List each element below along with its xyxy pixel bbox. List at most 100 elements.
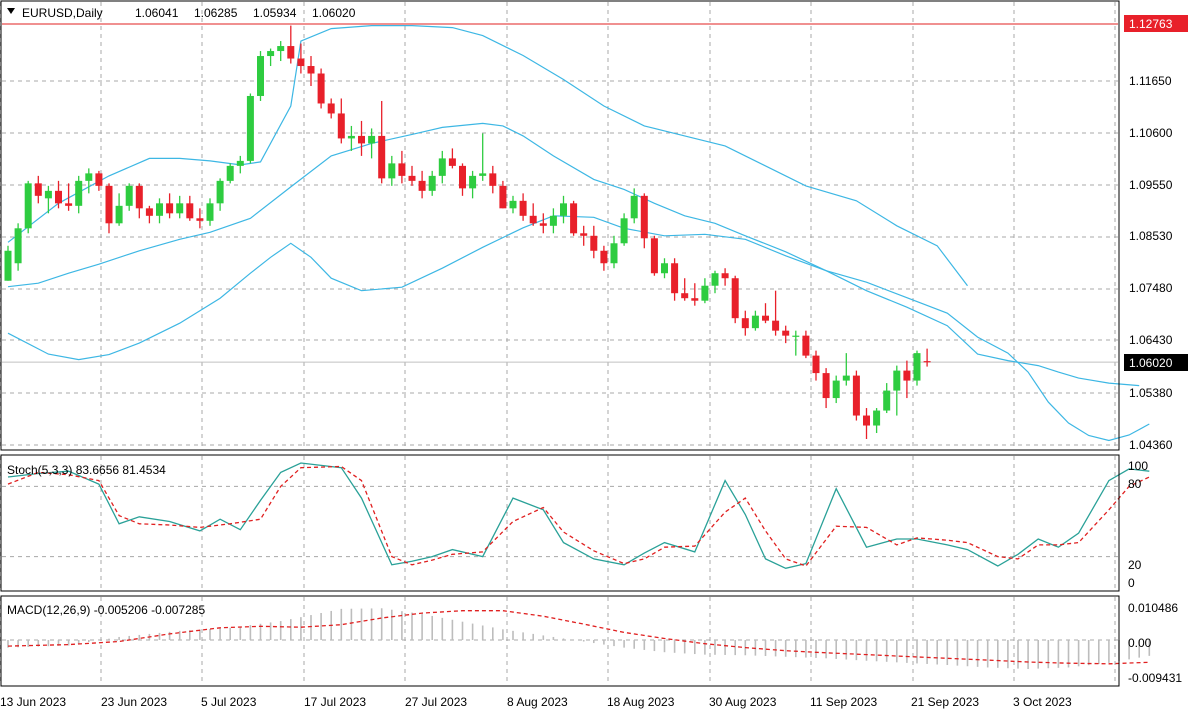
bearish-candle xyxy=(186,203,194,219)
bullish-candle xyxy=(832,380,840,399)
bearish-candle xyxy=(539,223,547,226)
bullish-candle xyxy=(630,195,638,219)
bullish-candle xyxy=(24,183,32,229)
bearish-candle xyxy=(721,273,729,279)
bearish-candle xyxy=(196,218,204,221)
bullish-candle xyxy=(226,165,234,181)
stoch-tick: 80 xyxy=(1128,477,1142,491)
bearish-candle xyxy=(863,415,870,426)
bearish-candle xyxy=(499,185,507,209)
bullish-candle xyxy=(751,315,759,329)
bullish-candle xyxy=(560,203,567,216)
bearish-candle xyxy=(640,195,648,239)
bearish-candle xyxy=(650,238,658,274)
price-tick: 1.08530 xyxy=(1129,229,1173,243)
date-tick: 13 Jun 2023 xyxy=(0,695,66,709)
stoch-indicator-label: Stoch(5,3,3) 83.6656 81.4534 xyxy=(7,463,166,477)
bullish-candle xyxy=(509,200,517,209)
bearish-candle xyxy=(580,233,588,236)
bearish-candle xyxy=(448,158,456,166)
bullish-candle xyxy=(85,173,93,181)
bullish-candle xyxy=(883,390,891,411)
triangle-down-icon[interactable] xyxy=(7,8,15,14)
bearish-candle xyxy=(600,250,608,264)
bearish-candle xyxy=(903,370,911,381)
bollinger-bands xyxy=(7,25,1150,442)
bearish-candle xyxy=(105,185,113,224)
bearish-candle xyxy=(671,263,679,294)
bullish-candle xyxy=(873,410,881,426)
ohlc-high: 1.06285 xyxy=(194,6,238,20)
bullish-candle xyxy=(246,95,254,161)
macd-plot xyxy=(7,608,1151,669)
bearish-candle xyxy=(135,185,143,209)
bullish-candle xyxy=(428,175,436,191)
bullish-candle xyxy=(125,185,133,206)
bullish-candle xyxy=(176,203,184,214)
bearish-candle xyxy=(489,173,497,186)
bearish-candle xyxy=(529,215,537,224)
bullish-candle xyxy=(469,175,477,189)
candlesticks xyxy=(4,25,931,440)
stoch-panel-frame xyxy=(0,454,1120,592)
bearish-candle xyxy=(408,175,416,181)
bearish-candle xyxy=(327,103,335,114)
symbol-timeframe: EURUSD,Daily xyxy=(22,6,103,20)
bearish-candle xyxy=(772,320,780,331)
bullish-candle xyxy=(620,218,628,244)
marker-price-label: 1.12763 xyxy=(1129,17,1173,31)
date-tick: 30 Aug 2023 xyxy=(709,695,777,709)
bullish-candle xyxy=(257,56,264,96)
date-tick: 18 Aug 2023 xyxy=(607,695,675,709)
date-tick: 11 Sep 2023 xyxy=(810,695,877,709)
bearish-candle xyxy=(802,335,810,356)
bullish-candle xyxy=(347,135,355,139)
bearish-candle xyxy=(65,203,73,206)
bullish-candle xyxy=(44,190,52,199)
bearish-candle xyxy=(307,66,315,74)
ohlc-close: 1.06020 xyxy=(312,6,356,20)
date-tick: 3 Oct 2023 xyxy=(1013,695,1072,709)
bearish-candle xyxy=(852,375,860,416)
date-tick: 8 Aug 2023 xyxy=(507,695,568,709)
bullish-candle xyxy=(4,250,12,281)
chart-canvas[interactable]: EURUSD,Daily 1.06041 1.06285 1.05934 1.0… xyxy=(0,0,1200,713)
bearish-candle xyxy=(570,203,578,234)
bullish-candle xyxy=(156,203,163,216)
bearish-candle xyxy=(762,315,769,321)
bearish-candle xyxy=(95,173,103,186)
bullish-candle xyxy=(913,353,921,381)
bearish-candle xyxy=(398,163,406,176)
price-tick: 1.06430 xyxy=(1129,333,1173,347)
bullish-candle xyxy=(267,51,275,57)
bullish-candle xyxy=(701,285,709,301)
stoch-main-line xyxy=(7,462,1150,569)
bullish-candle xyxy=(893,370,901,391)
date-tick: 17 Jul 2023 xyxy=(304,695,366,709)
bearish-candle xyxy=(812,355,820,374)
bullish-candle xyxy=(661,263,668,274)
bullish-candle xyxy=(277,46,285,52)
ohlc-low: 1.05934 xyxy=(253,6,297,20)
macd-tick: 0.010486 xyxy=(1128,601,1178,615)
price-tick: 1.09550 xyxy=(1129,178,1173,192)
current-price-label: 1.06020 xyxy=(1129,356,1173,370)
bearish-candle xyxy=(731,278,739,319)
bearish-candle xyxy=(923,361,931,363)
bearish-candle xyxy=(590,235,598,251)
macd-tick: -0.009431 xyxy=(1128,671,1182,685)
bearish-candle xyxy=(166,203,174,214)
bearish-candle xyxy=(317,73,325,104)
bullish-candle xyxy=(206,203,214,221)
date-tick: 5 Jul 2023 xyxy=(201,695,257,709)
bearish-candle xyxy=(34,183,42,196)
price-tick: 1.11650 xyxy=(1129,74,1172,88)
bearish-candle xyxy=(55,190,62,204)
bullish-candle xyxy=(388,163,396,179)
bullish-candle xyxy=(438,158,446,176)
bullish-candle xyxy=(75,180,83,206)
bullish-candle xyxy=(711,273,719,286)
bullish-candle xyxy=(115,205,123,224)
bullish-candle xyxy=(14,228,22,264)
stoch-tick: 20 xyxy=(1128,558,1142,572)
